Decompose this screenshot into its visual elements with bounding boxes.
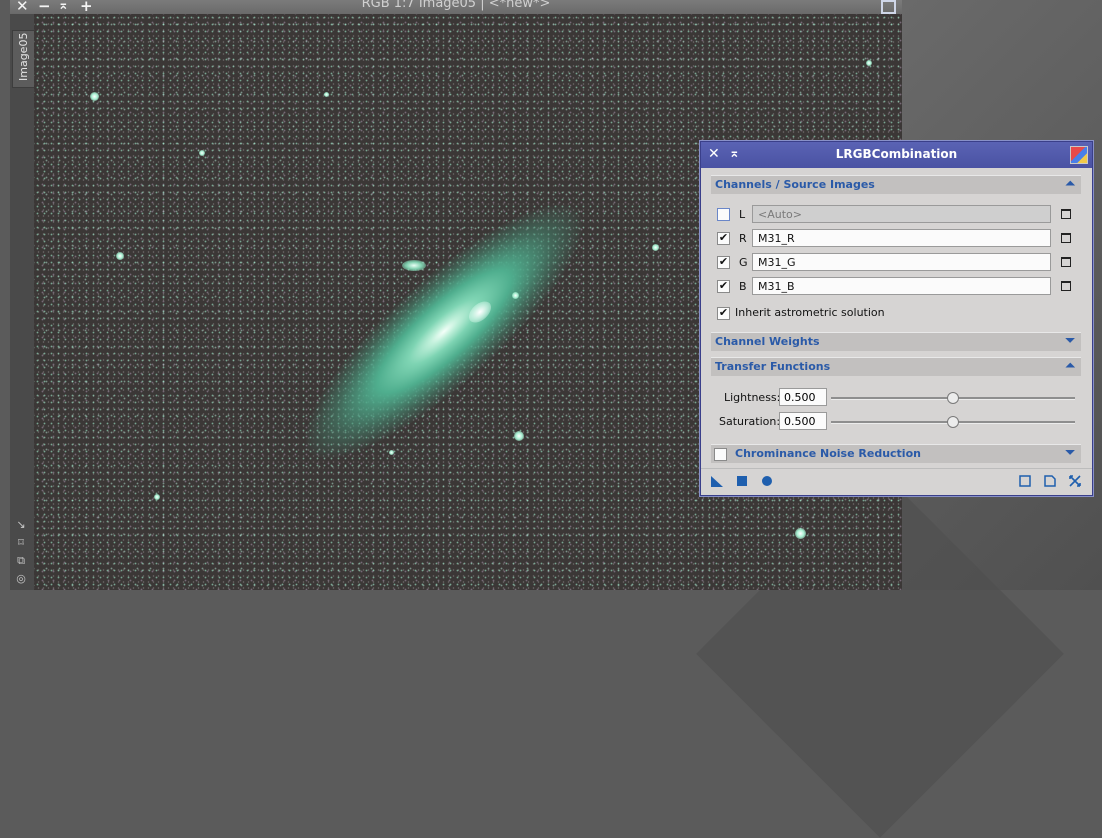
section-transfer-functions[interactable]: Transfer Functions ⏶ (711, 357, 1081, 376)
channel-letter: R (739, 232, 747, 245)
inherit-astrometric-row: ✔ Inherit astrometric solution (713, 304, 1079, 324)
section-label: Channels / Source Images (715, 178, 875, 191)
dialog-titlebar[interactable]: ✕ ⌅ LRGBCombination (701, 142, 1092, 168)
section-label: Channel Weights (715, 335, 820, 348)
star (116, 252, 124, 260)
documentation-icon[interactable] (1044, 475, 1056, 487)
select-view-icon[interactable] (1061, 233, 1071, 243)
target-icon[interactable]: ◎ (14, 572, 28, 586)
inherit-astrometric-label: Inherit astrometric solution (735, 306, 885, 319)
image-title: RGB 1:7 Image05 | <*new*> (361, 0, 551, 11)
section-channels[interactable]: Channels / Source Images ⏶ (711, 175, 1081, 194)
star (324, 92, 329, 97)
channel-b-field[interactable]: M31_B (752, 277, 1051, 295)
channel-g-checkbox[interactable]: ✔ (717, 256, 730, 269)
channel-g-field[interactable]: M31_G (752, 253, 1051, 271)
star (795, 528, 806, 539)
reset-icon[interactable] (1069, 475, 1081, 487)
star (652, 244, 659, 251)
process-icon[interactable] (1070, 146, 1088, 164)
channel-b-checkbox[interactable]: ✔ (717, 280, 730, 293)
saturation-label: Saturation: (719, 415, 781, 428)
star (866, 60, 872, 66)
preview-icon[interactable] (1019, 475, 1031, 487)
view-tools: ↘ ⌑ ⧉ ◎ (14, 518, 34, 590)
zoom-fit-icon[interactable]: ⌑ (14, 536, 28, 550)
collapse-icon[interactable]: ⏶ (1065, 176, 1075, 191)
fit-view-icon[interactable]: ↘ (14, 518, 28, 532)
channel-l-field[interactable]: <Auto> (752, 205, 1051, 223)
channel-letter: L (739, 208, 746, 221)
star (512, 292, 519, 299)
channel-row-r: ✔ R M31_R (713, 229, 1079, 249)
inherit-astrometric-checkbox[interactable]: ✔ (717, 307, 730, 320)
channel-row-g: ✔ G M31_G (713, 253, 1079, 273)
expand-icon[interactable]: ⏷ (1065, 445, 1075, 460)
section-label: Transfer Functions (715, 360, 831, 373)
image-side-tab[interactable]: Image05 (12, 30, 36, 88)
section-channel-weights[interactable]: Channel Weights ⏷ (711, 332, 1081, 351)
saturation-slider-handle[interactable] (947, 416, 959, 428)
select-view-icon[interactable] (1061, 281, 1071, 291)
section-chrominance-noise[interactable]: Chrominance Noise Reduction ⏷ (711, 444, 1081, 463)
star (90, 92, 99, 101)
select-view-icon[interactable] (1061, 257, 1071, 267)
image-titlebar[interactable]: ✕ − ⌅ + RGB 1:7 Image05 | <*new*> (10, 0, 902, 15)
star (514, 431, 524, 441)
channel-l-checkbox[interactable] (717, 208, 730, 221)
channel-row-l: L <Auto> (713, 205, 1079, 225)
channel-letter: G (739, 256, 748, 269)
channel-letter: B (739, 280, 747, 293)
saturation-input[interactable]: 0.500 (779, 412, 827, 430)
noise-reduction-checkbox[interactable] (714, 448, 727, 461)
dialog-title: LRGBCombination (835, 147, 958, 161)
lightness-label: Lightness: (724, 391, 781, 404)
star (389, 450, 394, 455)
expand-icon[interactable]: ⏷ (1065, 333, 1075, 348)
channel-r-field[interactable]: M31_R (752, 229, 1051, 247)
galaxy (275, 172, 613, 491)
dialog-bottom-bar (701, 468, 1092, 495)
lightness-slider-handle[interactable] (947, 392, 959, 404)
apply-global-icon[interactable] (761, 475, 773, 487)
new-instance-icon[interactable] (711, 475, 723, 487)
select-view-icon[interactable] (1061, 209, 1071, 219)
clone-view-icon[interactable]: ⧉ (14, 554, 28, 568)
lightness-input[interactable]: 0.500 (779, 388, 827, 406)
channel-row-b: ✔ B M31_B (713, 277, 1079, 297)
channel-r-checkbox[interactable]: ✔ (717, 232, 730, 245)
apply-icon[interactable] (736, 475, 748, 487)
section-label: Chrominance Noise Reduction (735, 447, 921, 460)
star (199, 150, 205, 156)
lrgb-combination-dialog: ✕ ⌅ LRGBCombination Channels / Source Im… (700, 141, 1093, 496)
collapse-icon[interactable]: ⏶ (1065, 358, 1075, 373)
maximize-icon[interactable] (881, 0, 896, 14)
side-tab-label: Image05 (17, 32, 30, 81)
star (154, 494, 160, 500)
satellite-galaxy (402, 260, 426, 271)
